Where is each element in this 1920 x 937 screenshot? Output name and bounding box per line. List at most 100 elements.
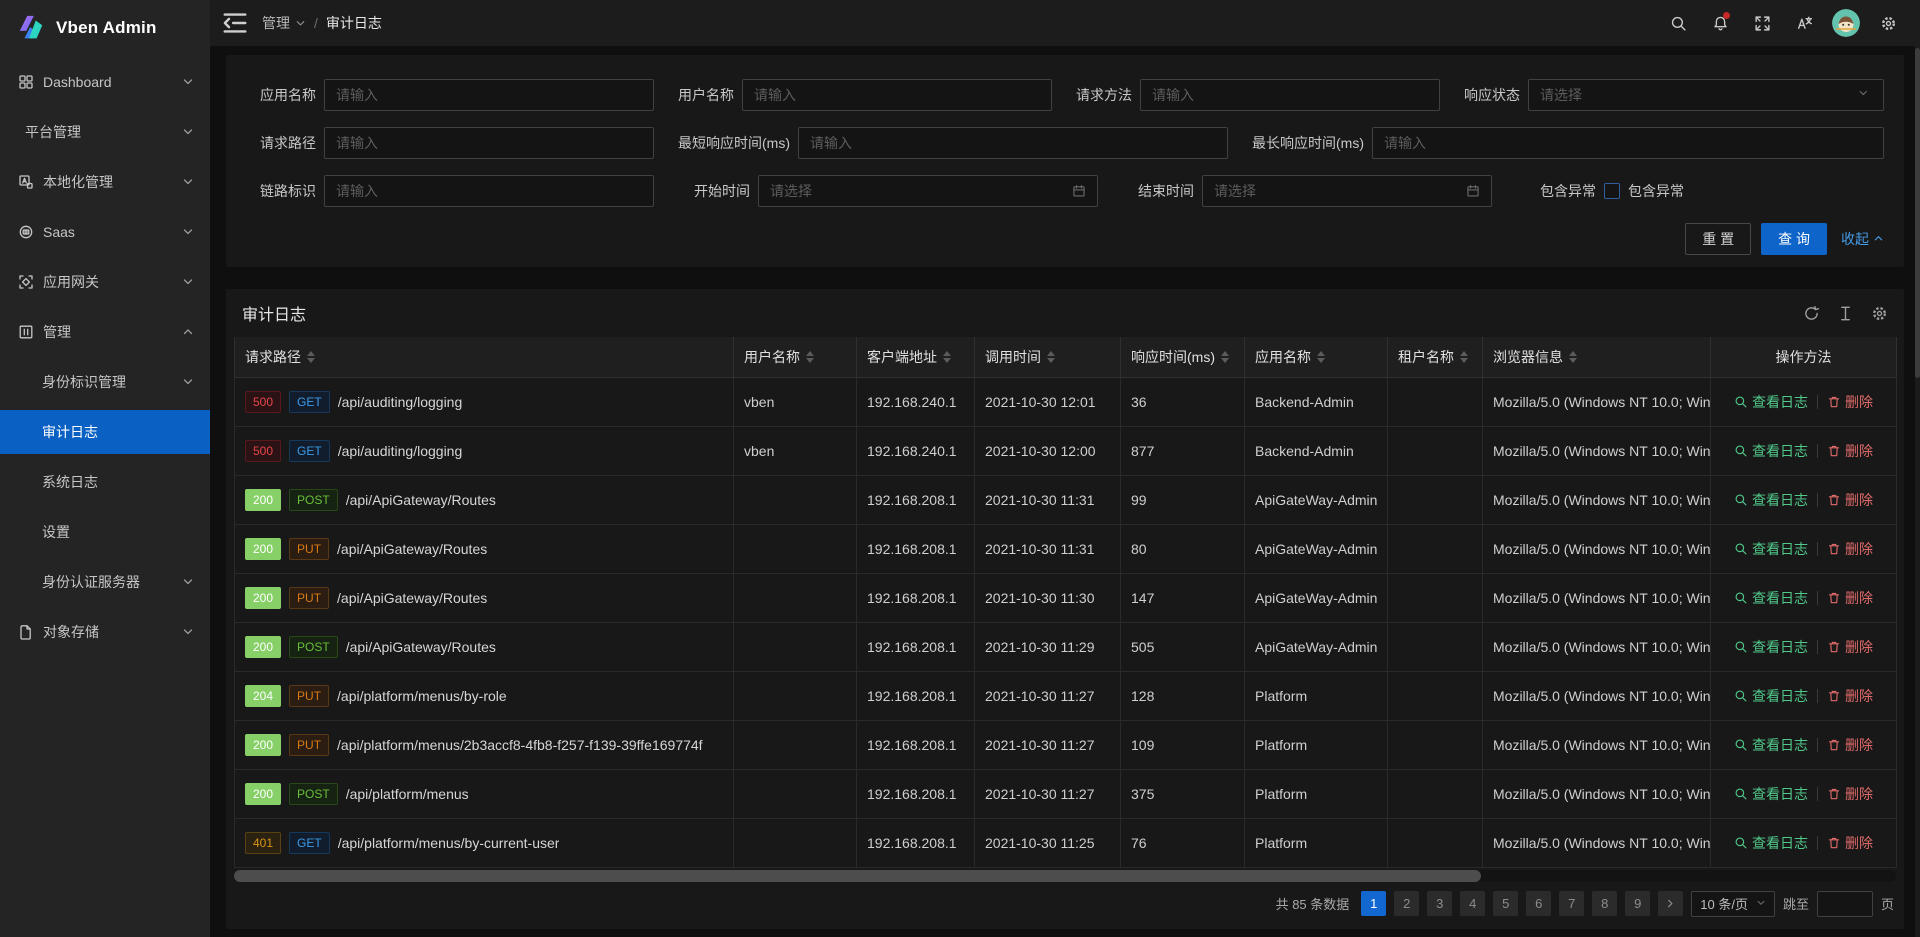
collapse-link[interactable]: 收起 [1841, 229, 1884, 249]
sidebar-item-platform-management[interactable]: 平台管理 [0, 110, 210, 154]
user-name-text-input[interactable] [754, 87, 1040, 103]
search-icon[interactable] [1660, 5, 1696, 41]
delete-button[interactable]: 删除 [1827, 441, 1873, 461]
delete-button[interactable]: 删除 [1827, 784, 1873, 804]
column-header-path[interactable]: 请求路径 [235, 337, 734, 377]
sidebar-item-app-gateway[interactable]: 应用网关 [0, 260, 210, 304]
min-response-time-input[interactable] [798, 127, 1228, 159]
column-header-duration[interactable]: 响应时间(ms) [1121, 337, 1245, 377]
menu-fold-icon[interactable] [220, 8, 250, 38]
page-button-7[interactable]: 7 [1559, 891, 1584, 916]
page-button-1[interactable]: 1 [1361, 891, 1386, 916]
request-method-text-input[interactable] [1152, 87, 1428, 103]
view-log-button[interactable]: 查看日志 [1734, 392, 1808, 412]
page-button-4[interactable]: 4 [1460, 891, 1485, 916]
user-name-input[interactable] [742, 79, 1052, 111]
next-page-button[interactable] [1658, 891, 1683, 916]
sidebar-item-localization-management[interactable]: 本地化管理 [0, 160, 210, 204]
query-button[interactable]: 查 询 [1761, 223, 1827, 255]
sidebar-item-auth-server[interactable]: 身份认证服务器 [0, 560, 210, 604]
sort-icon[interactable] [1221, 351, 1229, 363]
page-button-3[interactable]: 3 [1427, 891, 1452, 916]
page-button-5[interactable]: 5 [1493, 891, 1518, 916]
view-log-button[interactable]: 查看日志 [1734, 441, 1808, 461]
trace-id-text-input[interactable] [336, 183, 642, 199]
sidebar-item-system-log[interactable]: 系统日志 [0, 460, 210, 504]
column-header-app[interactable]: 应用名称 [1245, 337, 1388, 377]
delete-button[interactable]: 删除 [1827, 392, 1873, 412]
sidebar-item-object-storage[interactable]: 对象存储 [0, 610, 210, 654]
horizontal-scrollbar-thumb[interactable] [234, 870, 1481, 882]
translate-icon[interactable] [1786, 5, 1822, 41]
breadcrumb-item[interactable]: 审计日志 [326, 13, 382, 33]
start-time-date-picker[interactable]: 请选择 [758, 175, 1098, 207]
sort-icon[interactable] [943, 351, 951, 363]
page-button-8[interactable]: 8 [1592, 891, 1617, 916]
trace-id-input[interactable] [324, 175, 654, 207]
request-method-input[interactable] [1140, 79, 1440, 111]
max-response-time-text-input[interactable] [1384, 135, 1872, 151]
sort-icon[interactable] [307, 351, 315, 363]
fullscreen-icon[interactable] [1744, 5, 1780, 41]
sidebar-item-settings[interactable]: 设置 [0, 510, 210, 554]
view-log-button[interactable]: 查看日志 [1734, 490, 1808, 510]
reset-button[interactable]: 重 置 [1685, 223, 1751, 255]
sort-icon[interactable] [1047, 351, 1055, 363]
delete-button[interactable]: 删除 [1827, 833, 1873, 853]
delete-button[interactable]: 删除 [1827, 686, 1873, 706]
view-log-button[interactable]: 查看日志 [1734, 539, 1808, 559]
column-header-time[interactable]: 调用时间 [975, 337, 1121, 377]
app-name-text-input[interactable] [336, 87, 642, 103]
view-log-button[interactable]: 查看日志 [1734, 735, 1808, 755]
user-avatar[interactable] [1832, 9, 1860, 37]
sidebar-item-saas[interactable]: Saas [0, 210, 210, 254]
column-header-user[interactable]: 用户名称 [734, 337, 857, 377]
view-log-button[interactable]: 查看日志 [1734, 637, 1808, 657]
vertical-scrollbar[interactable] [1915, 46, 1920, 937]
jump-page-input[interactable] [1817, 891, 1873, 917]
delete-button[interactable]: 删除 [1827, 539, 1873, 559]
delete-button[interactable]: 删除 [1827, 588, 1873, 608]
column-header-client[interactable]: 客户端地址 [857, 337, 975, 377]
end-time-date-picker[interactable]: 请选择 [1202, 175, 1492, 207]
page-button-2[interactable]: 2 [1394, 891, 1419, 916]
refresh-icon[interactable] [1803, 305, 1820, 322]
app-name-input[interactable] [324, 79, 654, 111]
delete-button[interactable]: 删除 [1827, 490, 1873, 510]
sidebar-item-management[interactable]: 管理 [0, 310, 210, 354]
request-path-input[interactable] [324, 127, 654, 159]
row-height-icon[interactable] [1837, 305, 1854, 322]
bell-icon[interactable] [1702, 5, 1738, 41]
delete-button[interactable]: 删除 [1827, 735, 1873, 755]
delete-button[interactable]: 删除 [1827, 637, 1873, 657]
view-log-button[interactable]: 查看日志 [1734, 833, 1808, 853]
view-log-button[interactable]: 查看日志 [1734, 588, 1808, 608]
view-log-button[interactable]: 查看日志 [1734, 686, 1808, 706]
sidebar-item-identity-management[interactable]: 身份标识管理 [0, 360, 210, 404]
sidebar-item-audit-log[interactable]: 审计日志 [0, 410, 210, 454]
breadcrumb-item[interactable]: 管理 [262, 13, 306, 33]
page-button-6[interactable]: 6 [1526, 891, 1551, 916]
vertical-scrollbar-thumb[interactable] [1915, 48, 1920, 378]
page-button-9[interactable]: 9 [1625, 891, 1650, 916]
sort-icon[interactable] [1460, 351, 1468, 363]
horizontal-scrollbar[interactable] [234, 870, 1896, 882]
logo[interactable]: Vben Admin [0, 0, 210, 56]
sidebar-item-dashboard[interactable]: Dashboard [0, 60, 210, 104]
method-tag: PUT [289, 538, 329, 560]
view-log-button[interactable]: 查看日志 [1734, 784, 1808, 804]
column-settings-icon[interactable] [1871, 305, 1888, 322]
sort-icon[interactable] [1569, 351, 1577, 363]
response-status-select[interactable]: 请选择 [1528, 79, 1884, 111]
include-exception-checkbox[interactable] [1604, 183, 1620, 199]
column-header-browser[interactable]: 浏览器信息 [1483, 337, 1711, 377]
gear-icon[interactable] [1870, 5, 1906, 41]
page-size-select[interactable]: 10 条/页 [1691, 891, 1775, 917]
max-response-time-input[interactable] [1372, 127, 1884, 159]
request-path-text-input[interactable] [336, 135, 642, 151]
sort-icon[interactable] [806, 351, 814, 363]
min-response-time-text-input[interactable] [810, 135, 1216, 151]
app-cell: ApiGateWay-Admin [1245, 475, 1388, 524]
column-header-tenant[interactable]: 租户名称 [1388, 337, 1483, 377]
sort-icon[interactable] [1317, 351, 1325, 363]
